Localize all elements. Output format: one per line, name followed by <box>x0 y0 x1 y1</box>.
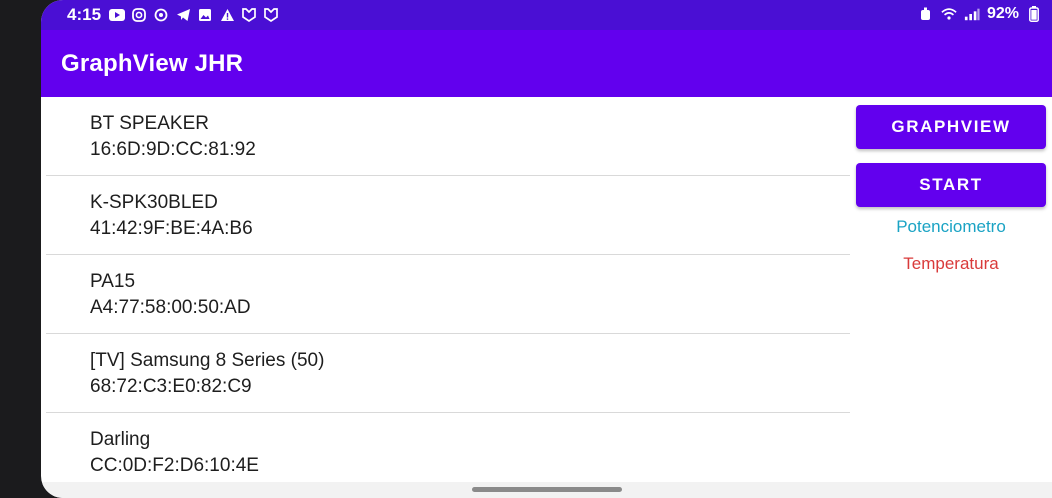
device-mac-address: A4:77:58:00:50:AD <box>90 297 251 318</box>
device-name: [TV] Samsung 8 Series (50) <box>90 350 325 371</box>
device-frame: 4:15 92% GraphView JHR BT SPEAKER 16:6D:… <box>0 0 1052 498</box>
device-name: K-SPK30BLED <box>90 192 218 213</box>
youtube-icon <box>109 7 125 23</box>
legend-potenciometro: Potenciometro <box>896 217 1006 236</box>
device-name: Darling <box>90 429 151 450</box>
device-name: BT SPEAKER <box>90 113 209 134</box>
instagram-icon <box>131 7 147 23</box>
battery-percent: 92% <box>986 5 1019 22</box>
status-bar: 4:15 92% <box>41 0 1052 30</box>
device-name: PA15 <box>90 271 136 292</box>
navigation-bar <box>41 482 1052 498</box>
device-list-item[interactable]: [TV] Samsung 8 Series (50) 68:72:C3:E0:8… <box>46 334 850 413</box>
wifi-icon <box>941 6 957 22</box>
start-button[interactable]: START <box>856 163 1046 207</box>
gallery-icon <box>197 7 213 23</box>
shield-icon <box>263 7 279 23</box>
device-list-item[interactable]: PA15 A4:77:58:00:50:AD <box>46 255 850 334</box>
graphview-button[interactable]: GRAPHVIEW <box>856 105 1046 149</box>
signal-icon <box>964 6 980 22</box>
app-bar: GraphView JHR <box>41 30 1052 97</box>
device-mac-address: 16:6D:9D:CC:81:92 <box>90 139 256 160</box>
battery-icon <box>1026 6 1042 22</box>
threads-icon <box>153 7 169 23</box>
home-gesture-handle[interactable] <box>472 487 622 492</box>
device-list-item[interactable]: BT SPEAKER 16:6D:9D:CC:81:92 <box>46 97 850 176</box>
device-mac-address: 41:42:9F:BE:4A:B6 <box>90 218 253 239</box>
device-mac-address: 68:72:C3:E0:82:C9 <box>90 376 252 397</box>
device-list[interactable]: BT SPEAKER 16:6D:9D:CC:81:92 K-SPK30BLED… <box>46 97 850 482</box>
device-list-item[interactable]: Darling CC:0D:F2:D6:10:4E <box>46 413 850 482</box>
app-screen: 4:15 92% GraphView JHR BT SPEAKER 16:6D:… <box>41 0 1052 498</box>
shield-icon <box>241 7 257 23</box>
status-time: 4:15 <box>67 5 102 24</box>
legend-temperatura: Temperatura <box>903 254 999 273</box>
notification-icons <box>109 7 279 23</box>
system-status: 92% <box>918 5 1042 23</box>
alert-icon <box>219 7 235 23</box>
device-list-item[interactable]: K-SPK30BLED 41:42:9F:BE:4A:B6 <box>46 176 850 255</box>
alarm-icon <box>918 6 934 22</box>
app-title: GraphView JHR <box>61 50 244 77</box>
telegram-icon <box>175 7 191 23</box>
device-mac-address: CC:0D:F2:D6:10:4E <box>90 455 259 476</box>
